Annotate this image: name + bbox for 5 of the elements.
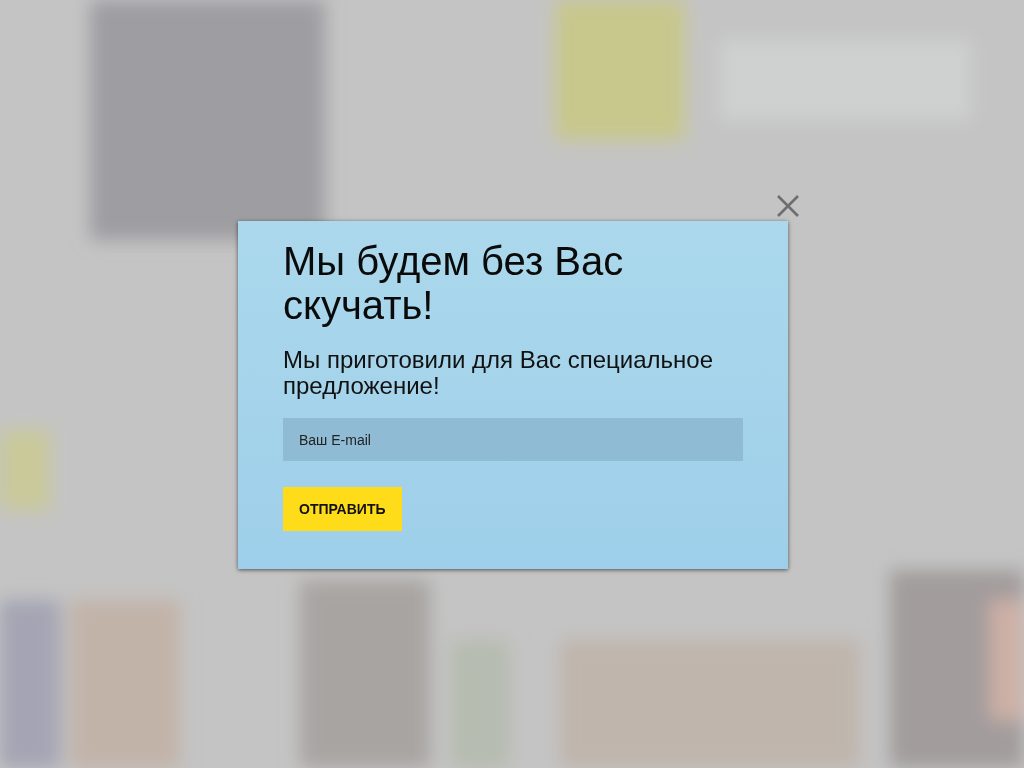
popup-title: Мы будем без Вас скучать! [283, 239, 625, 327]
submit-button[interactable]: ОТПРАВИТЬ [283, 487, 402, 531]
popup-subtitle: Мы приготовили для Вас специальное предложение! [283, 347, 714, 399]
email-field[interactable]: Ваш E-mail [283, 418, 743, 461]
close-icon[interactable] [776, 194, 800, 218]
